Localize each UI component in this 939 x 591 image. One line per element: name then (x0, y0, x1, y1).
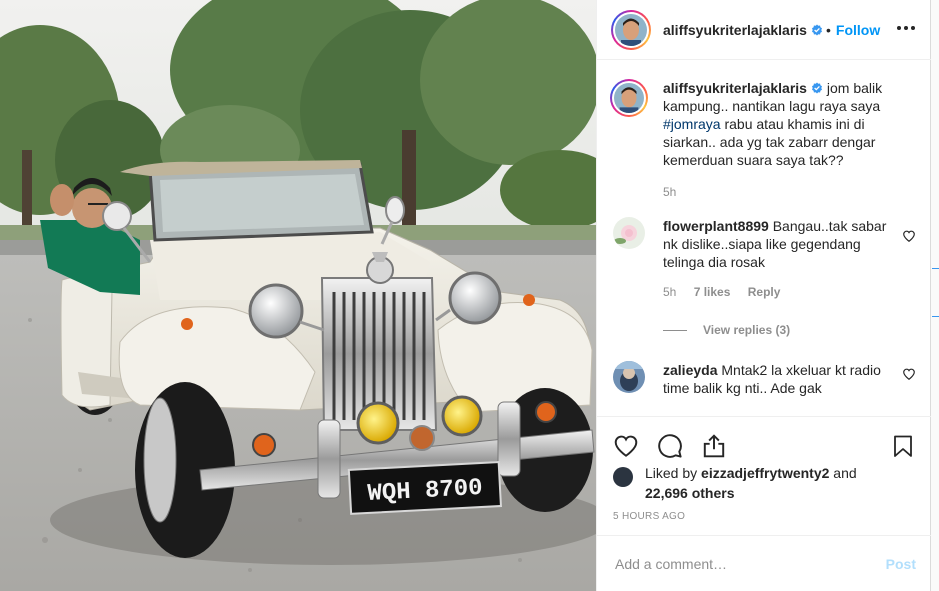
comment-likes[interactable]: 7 likes (694, 285, 731, 299)
view-replies-button[interactable]: View replies (3) (663, 323, 916, 337)
comment-icon[interactable] (657, 433, 683, 459)
post-comment-button[interactable]: Post (886, 556, 916, 572)
post-side-panel: aliffsyukriterlajaklaris • Follow aliffs… (596, 0, 932, 591)
bookmark-icon[interactable] (890, 433, 916, 459)
comment-input[interactable] (615, 555, 886, 572)
header-username[interactable]: aliffsyukriterlajaklaris (663, 22, 807, 38)
comment-time[interactable]: 5h (663, 285, 676, 299)
instagram-post-view: WQH 8700 aliffsyukriterlajaklaris • Foll… (0, 0, 939, 591)
post-photo[interactable]: WQH 8700 (0, 0, 596, 591)
likes-summary: Liked by eizzadjeffrytwenty2 and 22,696 … (613, 463, 916, 503)
comment-item: flowerplant8899 Bangau..tak sabar nk dis… (613, 217, 916, 299)
view-replies-line (663, 329, 687, 331)
heart-icon[interactable] (613, 433, 639, 459)
verified-badge-icon (811, 24, 822, 35)
follow-button[interactable]: Follow (836, 22, 880, 38)
edge-mark (932, 268, 939, 269)
commenter-avatar[interactable] (613, 217, 645, 249)
likes-middle: and (829, 465, 857, 481)
comment-meta: 5h 7 likes Reply (663, 285, 891, 299)
post-header: aliffsyukriterlajaklaris • Follow (597, 0, 932, 60)
likes-count[interactable]: 22,696 others (645, 485, 735, 501)
caption-time[interactable]: 5h (663, 185, 676, 199)
share-icon[interactable] (701, 433, 727, 459)
caption-username[interactable]: aliffsyukriterlajaklaris (663, 80, 807, 96)
caption-meta: 5h (663, 185, 891, 199)
caption-avatar-ring[interactable] (610, 79, 648, 117)
separator-dot: • (825, 21, 831, 38)
caption-avatar (614, 83, 644, 113)
licence-plate: WQH 8700 (347, 461, 502, 515)
comment-username[interactable]: zalieyda (663, 362, 717, 378)
liker-username[interactable]: eizzadjeffrytwenty2 (701, 465, 829, 481)
caption-hashtag[interactable]: #jomraya (663, 116, 721, 132)
page-edge (931, 0, 939, 591)
caption: aliffsyukriterlajaklaris jom balik kampu… (610, 79, 916, 199)
comment-like-heart-icon[interactable] (902, 367, 916, 381)
verified-badge-icon (811, 82, 822, 94)
view-replies-label: View replies (3) (703, 323, 791, 337)
add-comment-bar: Post (597, 535, 932, 591)
comments-list[interactable]: aliffsyukriterlajaklaris jom balik kampu… (597, 61, 932, 416)
avatar (615, 13, 647, 46)
comment-like-heart-icon[interactable] (902, 229, 916, 243)
vintage-car-photo: WQH 8700 (0, 0, 596, 591)
post-timestamp[interactable]: 5 HOURS AGO (613, 511, 916, 522)
liker-avatar[interactable] (613, 467, 633, 487)
reply-button[interactable]: Reply (748, 285, 781, 299)
post-actions: Liked by eizzadjeffrytwenty2 and 22,696 … (597, 416, 932, 536)
likes-prefix: Liked by (645, 465, 702, 481)
comment-username[interactable]: flowerplant8899 (663, 218, 769, 234)
edge-mark (932, 316, 939, 317)
more-options-icon[interactable] (896, 18, 916, 38)
commenter-avatar[interactable] (613, 361, 645, 393)
avatar-story-ring[interactable] (611, 9, 651, 50)
caption-body: aliffsyukriterlajaklaris jom balik kampu… (663, 79, 891, 199)
comment-item: zalieyda Mntak2 la xkeluar kt radio time… (613, 361, 916, 397)
comment-body: flowerplant8899 Bangau..tak sabar nk dis… (663, 217, 891, 299)
comment-body: zalieyda Mntak2 la xkeluar kt radio time… (663, 361, 891, 397)
